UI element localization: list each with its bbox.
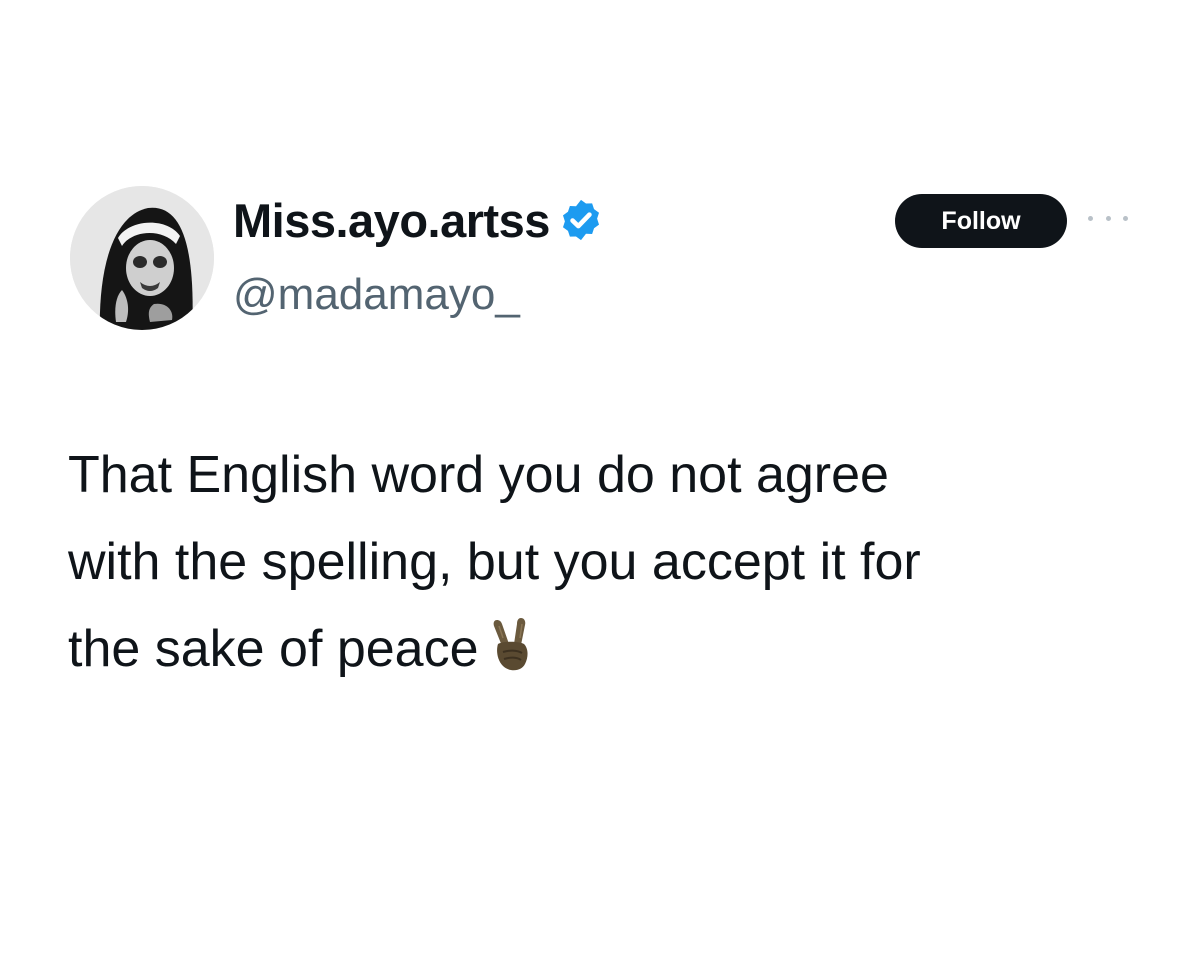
more-options-icon[interactable] [1088,208,1128,228]
author-handle[interactable]: @madamayo_ [233,270,520,320]
tweet-text-line: That English word you do not agree [68,446,889,504]
tweet-text-line: with the spelling, but you accept it for [68,533,921,591]
tweet-text-segment: the sake of peace [68,620,479,678]
verified-badge-icon [558,197,604,243]
avatar[interactable] [70,186,214,330]
tweet-text: That English word you do not agree with … [68,432,1148,693]
tweet-text-line-with-emoji: the sake of peace [68,606,1148,693]
victory-hand-icon [489,614,533,672]
dot [1123,215,1128,221]
dot [1088,215,1093,221]
display-name[interactable]: Miss.ayo.artss [233,193,550,248]
dot [1105,215,1111,221]
follow-button[interactable]: Follow [895,194,1067,248]
author-name-row: Miss.ayo.artss [233,190,604,250]
tweet-card: Miss.ayo.artss @madamayo_ Follow That En… [0,0,1179,970]
avatar-portrait-icon [70,186,214,330]
